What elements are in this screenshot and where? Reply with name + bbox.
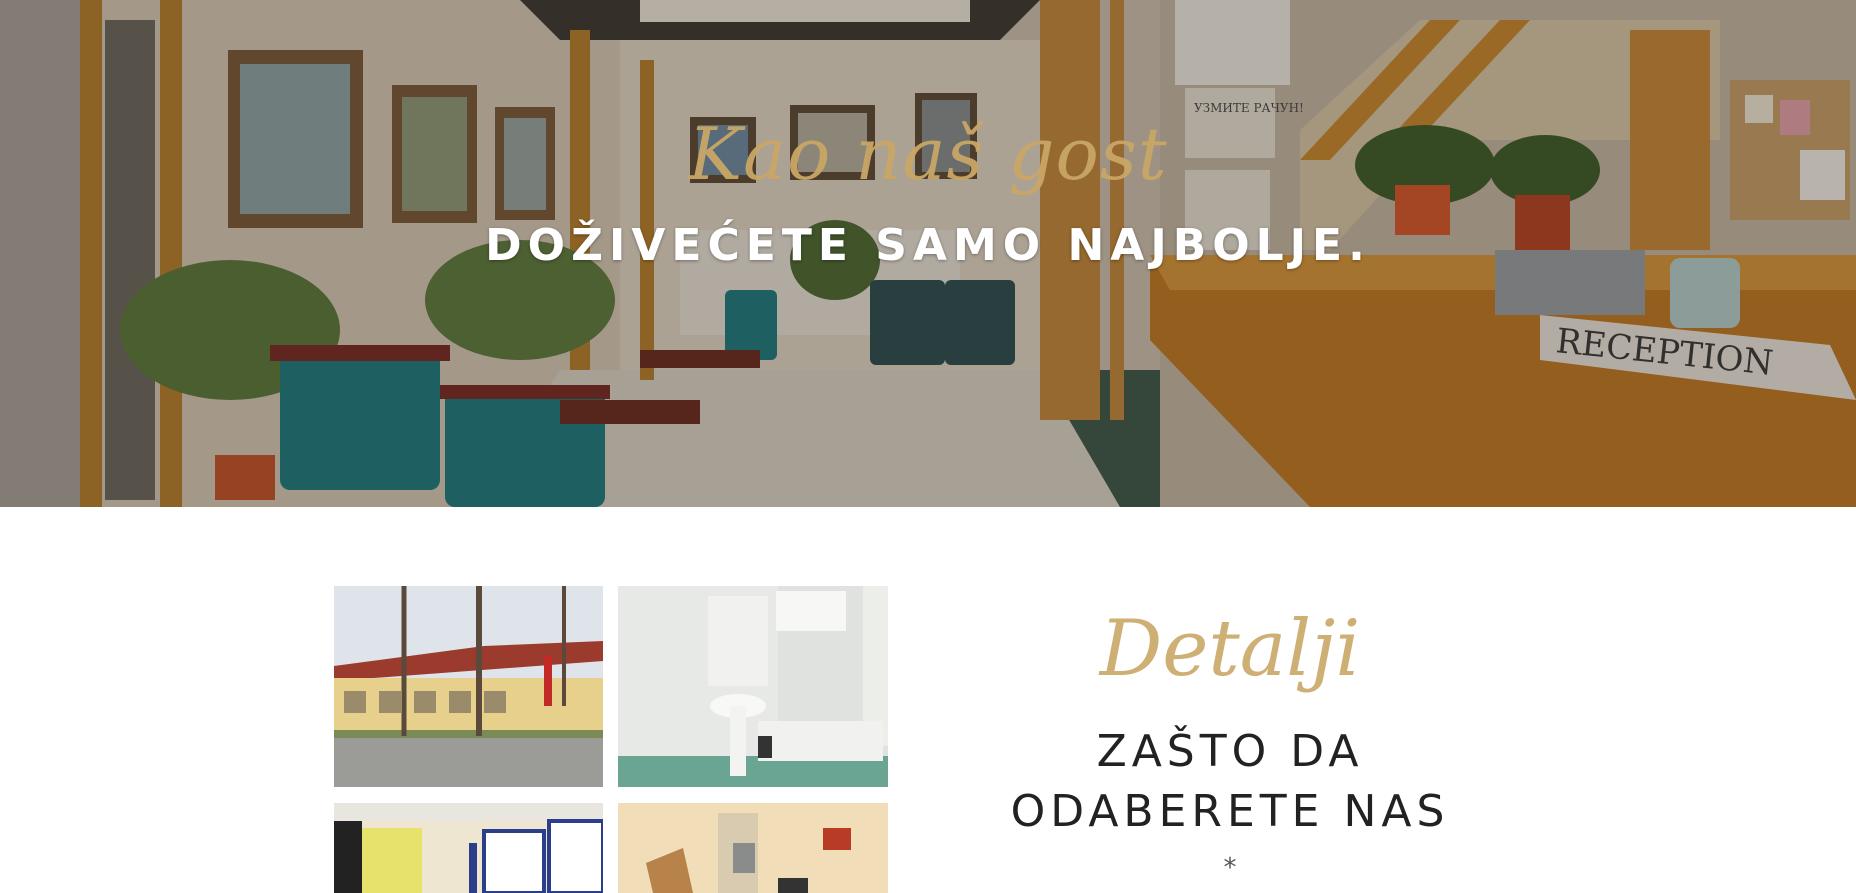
details-asterisk-divider: * <box>1223 853 1237 883</box>
conference-room-photo[interactable] <box>334 803 603 893</box>
details-section-title: ZAŠTO DA ODABERETE NAS <box>980 722 1480 842</box>
hero-script-heading: Kao naš gost <box>688 112 1168 196</box>
bathroom-photo[interactable] <box>618 586 888 787</box>
bedroom-photo[interactable] <box>618 803 888 893</box>
hero-banner: RECEPTION УЗМИТЕ РАЧУН! Kao naš gost DOŽ… <box>0 0 1856 507</box>
details-script-heading: Detalji <box>1099 604 1361 694</box>
details-title-line2: ODABERETE NAS <box>1010 786 1450 837</box>
hotel-exterior-photo[interactable] <box>334 586 603 787</box>
details-title-line1: ZAŠTO DA <box>1096 726 1364 777</box>
hero-title: DOŽIVEĆETE SAMO NAJBOLJE. <box>485 220 1371 271</box>
